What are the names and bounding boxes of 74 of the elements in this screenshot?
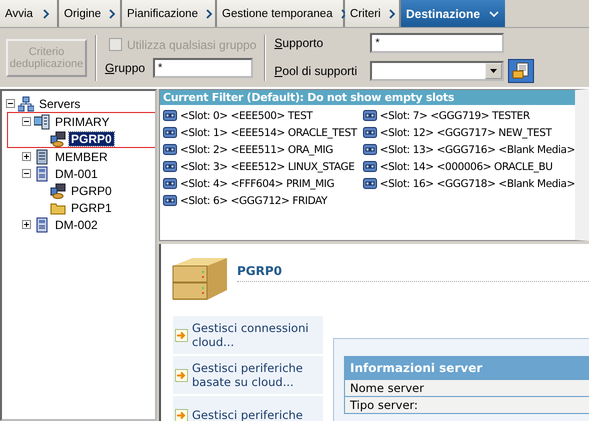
arrow-icon xyxy=(175,408,188,421)
tab[interactable]: Origine xyxy=(59,0,122,27)
collapse-icon[interactable] xyxy=(22,169,31,178)
tape-icon xyxy=(362,178,377,189)
tab[interactable]: Destinazione xyxy=(401,0,505,27)
collapse-icon[interactable] xyxy=(22,117,31,126)
info-cell: Tipo server: xyxy=(345,396,589,413)
chevron-right-icon xyxy=(107,8,118,18)
tab[interactable]: Pianificazione xyxy=(122,0,217,27)
slot-item[interactable]: <Slot: 0> <EEE500> TEST xyxy=(163,107,359,124)
server-icon xyxy=(34,166,50,182)
tab[interactable]: Criteri xyxy=(345,0,401,27)
media-pool-dropdown[interactable] xyxy=(370,60,504,80)
slot-item[interactable]: <Slot: 3> <EEE512> LINUX_STAGE xyxy=(163,158,359,175)
tree-item[interactable]: PGRP0 xyxy=(69,184,114,198)
media-label: Supporto xyxy=(274,36,324,50)
info-title: Informazioni server xyxy=(345,357,589,379)
slot-item[interactable]: <Slot: 4> <FFF604> PRIM_MIG xyxy=(163,175,359,192)
detail-title: PGRP0 xyxy=(237,264,282,278)
server-icon xyxy=(34,216,50,232)
slot-item[interactable]: <Slot: 2> <EEE511> ORA_MIG xyxy=(163,141,359,158)
tree-item[interactable]: Servers xyxy=(37,96,82,110)
chevron-right-icon xyxy=(41,8,51,18)
tree-item[interactable]: MEMBER xyxy=(53,150,110,164)
device-icon xyxy=(50,130,66,146)
action-link[interactable]: Gestisci connessioni cloud... xyxy=(173,316,323,354)
tape-icon xyxy=(362,127,377,138)
checkbox-label: Utilizza qualsiasi gruppo xyxy=(127,38,256,52)
tree-item[interactable]: PGRP0 xyxy=(69,132,114,146)
tree-item[interactable]: PRIMARY xyxy=(53,114,112,128)
slot-item[interactable]: <Slot: 14> <000006> ORACLE_BU xyxy=(362,158,575,175)
slot-item[interactable]: <Slot: 1> <EEE514> ORACLE_TEST xyxy=(163,124,359,141)
slot-item[interactable]: <Slot: 13> <GGG716> <Blank Media> xyxy=(362,141,575,158)
action-link[interactable]: Gestisci periferiche basate su cloud... xyxy=(173,356,323,394)
tape-icon xyxy=(362,110,377,121)
chevron-right-icon xyxy=(386,8,397,18)
device-icon xyxy=(50,182,66,198)
tape-icon xyxy=(163,127,177,138)
caret-icon xyxy=(490,68,498,72)
tape-icon xyxy=(163,195,177,206)
server-icon xyxy=(34,148,50,164)
tape-icon xyxy=(163,110,177,121)
tape-icon xyxy=(163,178,177,189)
tape-icon xyxy=(163,144,177,155)
slot-item[interactable]: <Slot: 6> <GGG712> FRIDAY xyxy=(163,192,359,209)
tree-item[interactable]: DM-001 xyxy=(53,166,100,180)
server-icon xyxy=(34,114,50,130)
tape-icon xyxy=(362,144,377,155)
tape-icon xyxy=(362,161,377,172)
slot-item[interactable]: <Slot: 12> <GGG717> NEW_TEST xyxy=(362,124,575,141)
storage-device-icon xyxy=(171,256,229,302)
tree-item[interactable]: PGRP1 xyxy=(69,200,114,214)
expand-icon[interactable] xyxy=(22,220,31,229)
filter-header: Current Filter (Default): Do not show empty slots xyxy=(160,90,575,105)
chevron-right-icon xyxy=(204,8,214,18)
tree-item[interactable]: DM-002 xyxy=(53,218,100,232)
slot-item[interactable]: <Slot: 16> <GGG718> <Blank Media> xyxy=(362,175,575,192)
network-icon xyxy=(18,96,34,112)
media-pool-button[interactable] xyxy=(508,58,534,82)
chevron-down-icon xyxy=(489,8,499,18)
media-pool-label: Pool di supporti xyxy=(274,64,358,78)
media-field[interactable]: * xyxy=(370,32,504,52)
tab[interactable]: Avvia xyxy=(0,0,59,27)
tab[interactable]: Gestione temporanea xyxy=(217,0,345,27)
info-cell: Nome server xyxy=(345,379,589,396)
collapse-icon[interactable] xyxy=(6,99,15,108)
group-label: Gruppo xyxy=(105,60,146,74)
arrow-icon xyxy=(175,368,188,382)
tape-icon xyxy=(163,161,177,172)
arrow-icon xyxy=(175,328,188,342)
document-icon xyxy=(512,62,530,80)
expand-icon[interactable] xyxy=(22,152,31,161)
slot-item[interactable]: <Slot: 7> <GGG719> TESTER xyxy=(362,107,575,124)
group-field[interactable]: * xyxy=(153,58,253,78)
